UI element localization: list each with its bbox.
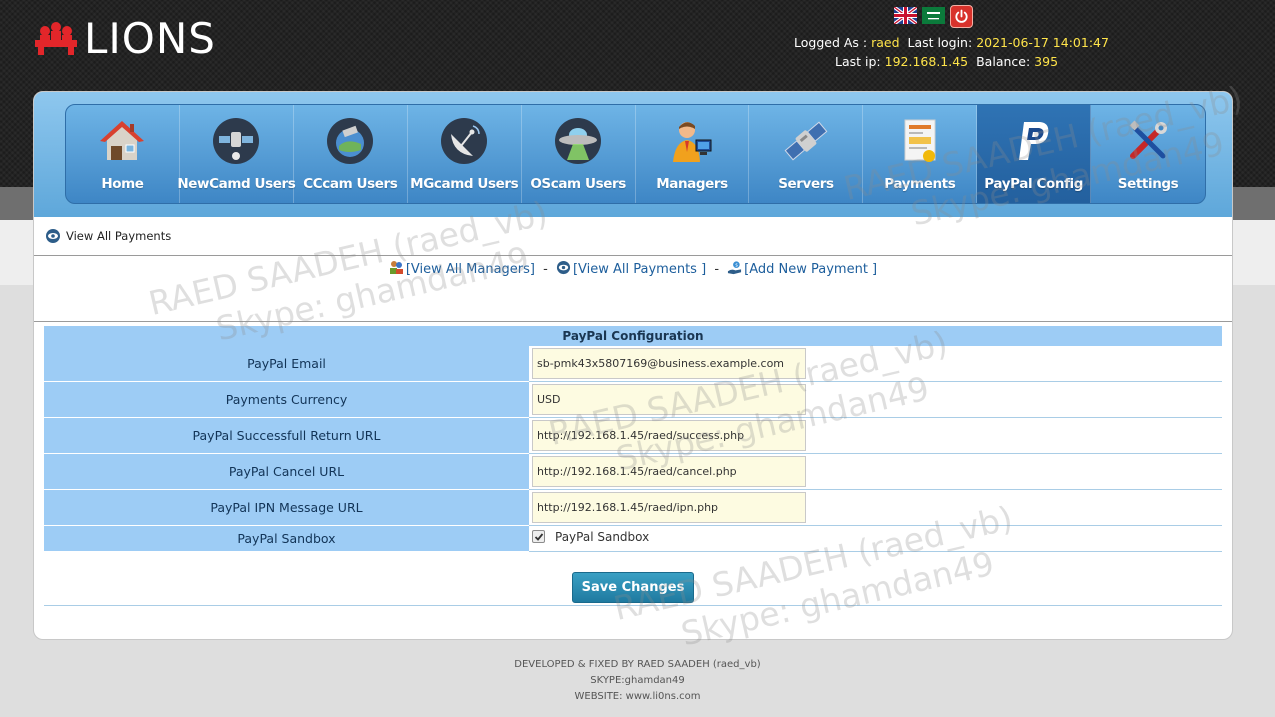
lions-logo-icon xyxy=(35,22,77,55)
return-url-input[interactable] xyxy=(532,420,806,451)
tools-icon xyxy=(1129,120,1168,159)
invoice-icon xyxy=(904,119,936,162)
logo-text: LIONS xyxy=(84,14,216,63)
nav-settings[interactable]: Settings xyxy=(1091,105,1205,203)
server-satellite-icon xyxy=(784,121,828,161)
main-nav: Home NewCamd Users CCcam Users MGcamd Us… xyxy=(65,104,1206,204)
login-info: Logged As : raed Last login: 2021-06-17 … xyxy=(794,35,1109,50)
nav-oscam-users[interactable]: OScam Users xyxy=(522,105,636,203)
nav-label-oscam: OScam Users xyxy=(530,176,626,192)
last-login-value: 2021-06-17 14:01:47 xyxy=(976,35,1109,50)
form-row-sandbox: PayPal Sandbox PayPal Sandbox xyxy=(44,526,1222,552)
form-row-cancel-url: PayPal Cancel URL xyxy=(44,454,1222,490)
ipn-url-input[interactable] xyxy=(532,492,806,523)
main-panel: Home NewCamd Users CCcam Users MGcamd Us… xyxy=(33,91,1233,640)
nav-paypal-config[interactable]: PayPal Config xyxy=(977,105,1092,203)
sandbox-label: PayPal Sandbox xyxy=(44,526,529,552)
cancel-url-label: PayPal Cancel URL xyxy=(44,454,529,490)
home-icon xyxy=(100,121,145,160)
form-actions: Save Changes xyxy=(44,552,1222,606)
ufo-icon xyxy=(555,118,602,164)
nav-label-home: Home xyxy=(101,176,144,192)
payments-currency-input[interactable] xyxy=(532,384,806,415)
breadcrumb-label: View All Payments xyxy=(66,229,172,243)
manager-icon xyxy=(673,122,712,162)
divider xyxy=(34,321,1232,322)
sandbox-checkbox-label[interactable]: PayPal Sandbox xyxy=(555,530,649,544)
form-row-currency: Payments Currency xyxy=(44,382,1222,418)
nav-newcamd-users[interactable]: NewCamd Users xyxy=(177,105,296,203)
nav-label-settings: Settings xyxy=(1117,176,1179,192)
nav-servers[interactable]: Servers xyxy=(749,105,864,203)
paypal-config-form: PayPal Configuration PayPal Email Paymen… xyxy=(44,326,1222,606)
form-row-ipn-url: PayPal IPN Message URL xyxy=(44,490,1222,526)
footer-skype: SKYPE:ghamdan49 xyxy=(590,675,685,686)
nav-label-newcamd: NewCamd Users xyxy=(177,176,296,192)
satellite-globe-icon xyxy=(327,118,374,164)
paypal-email-input[interactable] xyxy=(532,348,806,379)
balance-value: 395 xyxy=(1034,54,1059,69)
logo[interactable]: LIONS xyxy=(34,18,216,60)
ip-balance-info: Last ip: 192.168.1.45 Balance: 395 xyxy=(835,54,1059,69)
breadcrumb[interactable]: View All Payments xyxy=(45,228,171,244)
nav-label-mgcamd: MGcamd Users xyxy=(410,176,519,192)
username: raed xyxy=(871,35,900,50)
language-switcher xyxy=(894,5,973,28)
satellite-icon xyxy=(213,118,260,164)
form-row-return-url: PayPal Successfull Return URL xyxy=(44,418,1222,454)
nav-home[interactable]: Home xyxy=(66,105,180,203)
footer-developer: DEVELOPED & FIXED BY RAED SAADEH (raed_v… xyxy=(514,659,761,670)
nav-label-servers: Servers xyxy=(778,176,834,192)
save-changes-button[interactable]: Save Changes xyxy=(572,572,694,603)
english-flag-icon[interactable] xyxy=(894,7,917,24)
view-all-payments-link[interactable]: [View All Payments ] xyxy=(573,262,706,277)
paypal-icon xyxy=(1018,122,1049,160)
add-new-payment-link[interactable]: [Add New Payment ] xyxy=(744,262,877,277)
nav-mgcamd-users[interactable]: MGcamd Users xyxy=(408,105,522,203)
dish-icon xyxy=(441,118,488,164)
footer: DEVELOPED & FIXED BY RAED SAADEH (raed_v… xyxy=(0,657,1275,705)
divider xyxy=(34,255,1232,256)
view-payments-icon xyxy=(556,260,571,275)
form-row-email: PayPal Email xyxy=(44,346,1222,382)
view-icon xyxy=(46,229,60,243)
managers-group-icon xyxy=(389,261,403,274)
payments-currency-label: Payments Currency xyxy=(44,382,529,418)
form-title: PayPal Configuration xyxy=(44,326,1222,346)
add-payment-icon: $ xyxy=(728,261,742,275)
paypal-email-label: PayPal Email xyxy=(44,346,529,382)
nav-cccam-users[interactable]: CCcam Users xyxy=(294,105,408,203)
view-all-managers-link[interactable]: [View All Managers] xyxy=(406,262,535,277)
nav-managers[interactable]: Managers xyxy=(636,105,750,203)
arabic-flag-icon[interactable] xyxy=(922,7,945,24)
nav-payments[interactable]: Payments xyxy=(863,105,978,203)
nav-label-managers: Managers xyxy=(656,176,728,192)
quick-links: [View All Managers] - [View All Payments… xyxy=(34,260,1232,277)
ipn-url-label: PayPal IPN Message URL xyxy=(44,490,529,526)
cancel-url-input[interactable] xyxy=(532,456,806,487)
footer-website: WEBSITE: www.li0ns.com xyxy=(574,691,701,702)
nav-label-payments: Payments xyxy=(884,176,956,192)
sandbox-checkbox[interactable] xyxy=(532,530,545,543)
power-icon[interactable] xyxy=(950,5,973,28)
return-url-label: PayPal Successfull Return URL xyxy=(44,418,529,454)
last-ip-value: 192.168.1.45 xyxy=(884,54,969,69)
nav-label-cccam: CCcam Users xyxy=(303,176,398,192)
svg-text:$: $ xyxy=(735,263,738,269)
nav-label-paypal: PayPal Config xyxy=(984,176,1084,192)
